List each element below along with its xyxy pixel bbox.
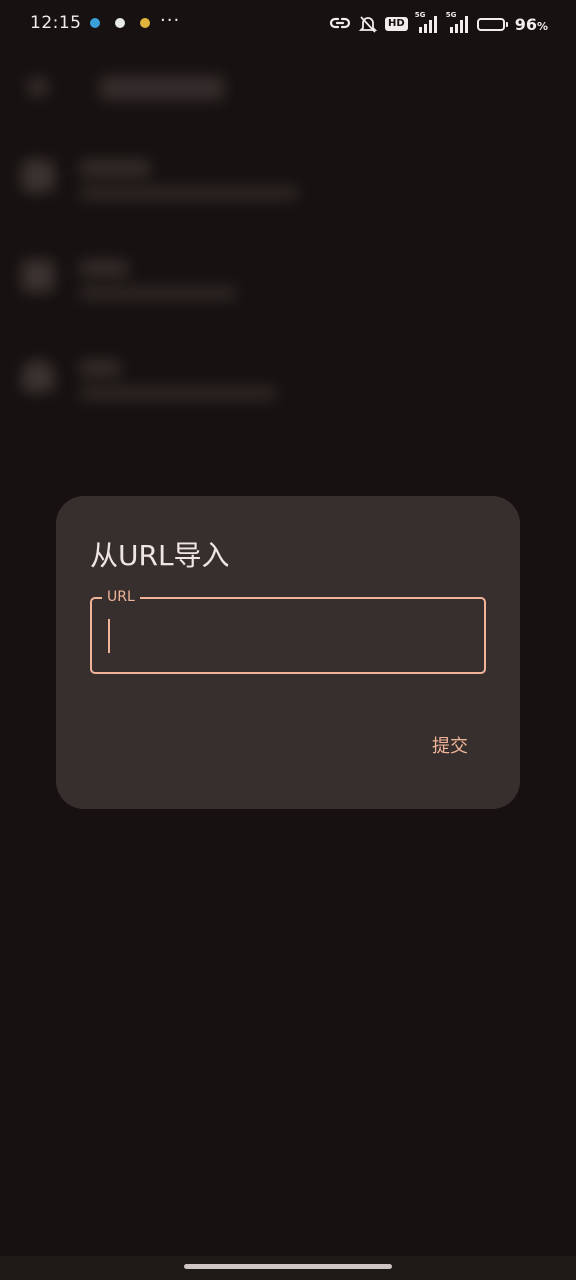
list-item-icon [22,160,54,192]
dialog-title: 从URL导入 [90,539,230,572]
signal-strength-icon-2: 5G [446,11,470,33]
chat-notification-icon [115,18,125,28]
home-gesture-handle[interactable] [184,1264,392,1269]
import-from-url-dialog: 从URL导入 URL 提交 [56,496,520,809]
text-cursor [108,619,110,653]
network-type-label-2: 5G [445,11,457,19]
submit-button[interactable]: 提交 [424,728,476,762]
signal-strength-icon: 5G [415,11,439,33]
back-icon [28,78,48,96]
url-field[interactable]: URL [90,588,486,674]
url-field-label: URL [102,588,140,606]
hd-voice-badge: HD [385,17,408,31]
url-input[interactable] [106,611,474,659]
battery-icon [476,17,508,31]
status-bar: 12:15 ··· HD 5G 5G 96% [0,0,576,48]
list-item-icon [22,360,54,392]
list-item-icon [22,260,54,292]
background-page-title [100,76,224,100]
status-indicators: HD 5G 5G 96% [329,11,548,36]
more-notifications-icon: ··· [160,10,181,31]
network-type-label: 5G [414,11,426,19]
mute-notifications-icon [358,16,378,33]
link-icon [329,17,351,29]
status-time: 12:15 [30,13,82,33]
battery-percentage: 96% [514,14,548,34]
chrome-notification-icon [140,18,150,28]
app-notification-icon [90,18,100,28]
